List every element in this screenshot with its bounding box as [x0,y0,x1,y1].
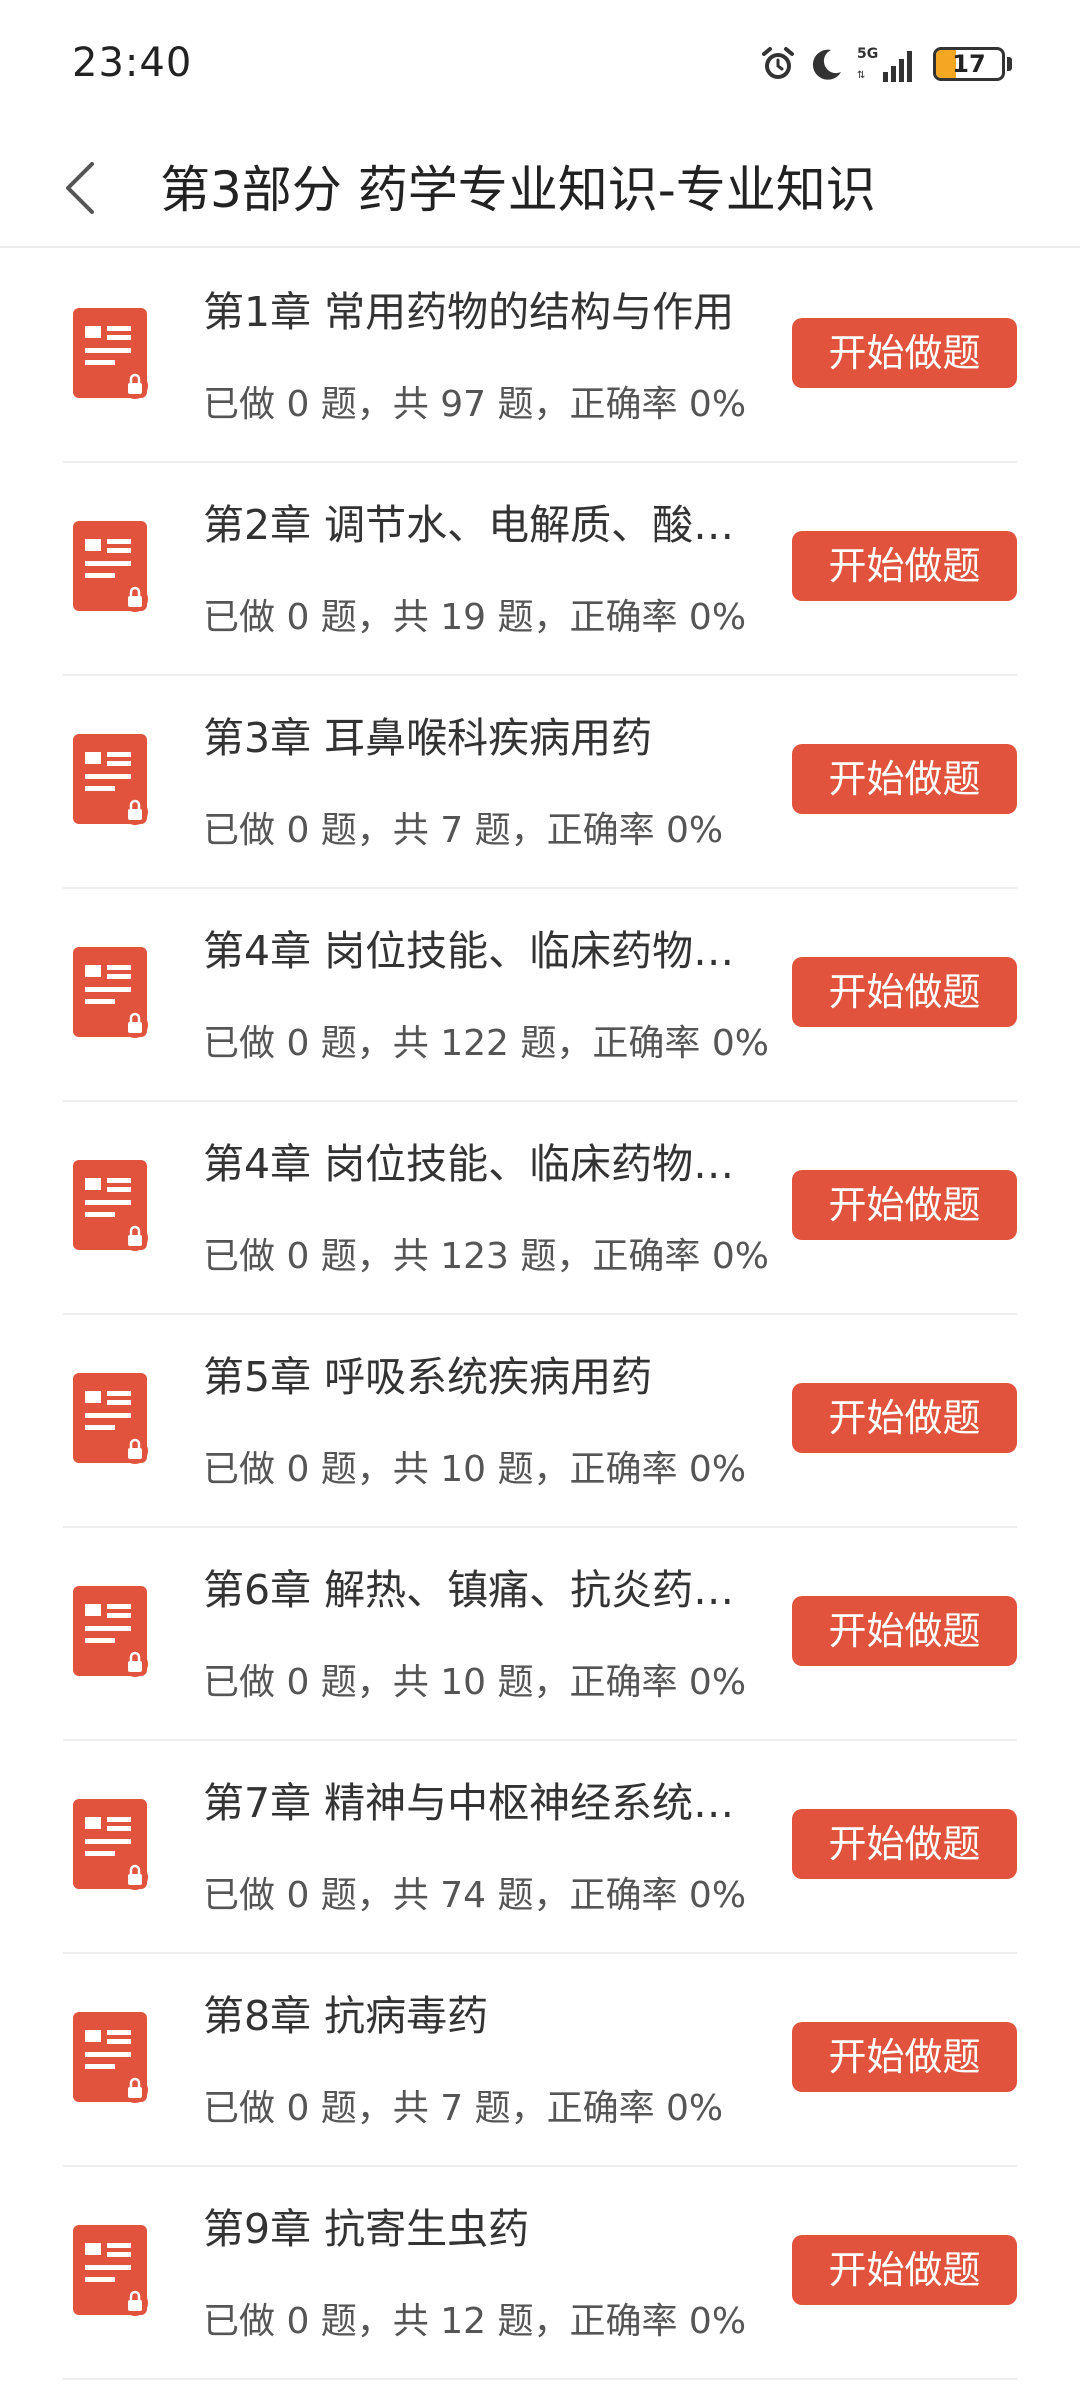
start-quiz-button[interactable]: 开始做题 [792,318,1017,388]
chapter-item[interactable]: 第4章 岗位技能、临床药物… 已做 0 题，共 122 题，正确率 0% 开始做… [63,889,1017,1102]
status-time: 23:40 [72,40,193,86]
chapter-stats: 已做 0 题，共 10 题，正确率 0% [203,1449,747,1490]
header: 第3部分 药学专业知识-专业知识 [0,130,1080,248]
document-lock-icon [73,521,148,612]
chapter-stats: 已做 0 题，共 19 题，正确率 0% [203,597,747,638]
start-quiz-button[interactable]: 开始做题 [792,2022,1017,2092]
chapter-title: 第4章 岗位技能、临床药物… [203,927,735,975]
back-button[interactable] [40,148,120,228]
chapter-title: 第5章 呼吸系统疾病用药 [203,1353,653,1401]
start-quiz-button[interactable]: 开始做题 [792,1596,1017,1666]
document-lock-icon [73,1160,148,1251]
chapter-item[interactable]: 第8章 抗病毒药 已做 0 题，共 7 题，正确率 0% 开始做题 [63,1954,1017,2167]
network-label: 5G [857,46,878,62]
chapter-item[interactable]: 第3章 耳鼻喉科疾病用药 已做 0 题，共 7 题，正确率 0% 开始做题 [63,676,1017,889]
chapter-item[interactable]: 第9章 抗寄生虫药 已做 0 题，共 12 题，正确率 0% 开始做题 [63,2167,1017,2380]
document-lock-icon [73,1586,148,1677]
chevron-left-icon [66,162,94,214]
chapter-stats: 已做 0 题，共 10 题，正确率 0% [203,1662,747,1703]
chapter-item[interactable]: 第7章 精神与中枢神经系统… 已做 0 题，共 74 题，正确率 0% 开始做题 [63,1741,1017,1954]
page-title: 第3部分 药学专业知识-专业知识 [160,161,876,219]
start-quiz-button[interactable]: 开始做题 [792,744,1017,814]
document-lock-icon [73,2012,148,2103]
document-lock-icon [73,1799,148,1890]
chapter-item[interactable]: 第5章 呼吸系统疾病用药 已做 0 题，共 10 题，正确率 0% 开始做题 [63,1315,1017,1528]
start-quiz-button[interactable]: 开始做题 [792,957,1017,1027]
chapter-stats: 已做 0 题，共 97 题，正确率 0% [203,384,747,425]
start-quiz-button[interactable]: 开始做题 [792,2235,1017,2305]
chapter-stats: 已做 0 题，共 7 题，正确率 0% [203,2088,724,2129]
svg-text:⇅: ⇅ [857,70,865,81]
battery-level: 17 [952,50,986,78]
chapter-title: 第4章 岗位技能、临床药物… [203,1140,735,1188]
chapter-item[interactable]: 第2章 调节水、电解质、酸… 已做 0 题，共 19 题，正确率 0% 开始做题 [63,463,1017,676]
chapter-list: 第1章 常用药物的结构与作用 已做 0 题，共 97 题，正确率 0% 开始做题… [0,250,1080,2380]
document-lock-icon [73,308,148,399]
document-lock-icon [73,734,148,825]
chapter-item[interactable]: 第4章 岗位技能、临床药物… 已做 0 题，共 123 题，正确率 0% 开始做… [63,1102,1017,1315]
alarm-icon [762,47,794,79]
chapter-title: 第3章 耳鼻喉科疾病用药 [203,714,653,762]
chapter-item[interactable]: 第1章 常用药物的结构与作用 已做 0 题，共 97 题，正确率 0% 开始做题 [63,250,1017,463]
chapter-stats: 已做 0 题，共 7 题，正确率 0% [203,810,724,851]
moon-icon [812,49,841,80]
status-bar: 23:40 5G ⇅ 17 [0,0,1080,130]
chapter-title: 第6章 解热、镇痛、抗炎药… [203,1566,735,1614]
chapter-stats: 已做 0 题，共 12 题，正确率 0% [203,2301,747,2342]
document-lock-icon [73,2225,148,2316]
chapter-title: 第2章 调节水、电解质、酸… [203,501,735,549]
chapter-stats: 已做 0 题，共 123 题，正确率 0% [203,1236,769,1277]
chapter-title: 第9章 抗寄生虫药 [203,2205,530,2253]
chapter-item[interactable]: 第6章 解热、镇痛、抗炎药… 已做 0 题，共 10 题，正确率 0% 开始做题 [63,1528,1017,1741]
chapter-title: 第1章 常用药物的结构与作用 [203,288,735,336]
start-quiz-button[interactable]: 开始做题 [792,531,1017,601]
signal-5g-icon: 5G ⇅ [857,46,912,82]
battery-icon: 17 [933,47,1005,81]
document-lock-icon [73,947,148,1038]
start-quiz-button[interactable]: 开始做题 [792,1170,1017,1240]
start-quiz-button[interactable]: 开始做题 [792,1809,1017,1879]
document-lock-icon [73,1373,148,1464]
start-quiz-button[interactable]: 开始做题 [792,1383,1017,1453]
status-icons: 5G ⇅ 17 [759,44,1012,84]
battery-cap [1007,57,1012,71]
chapter-title: 第8章 抗病毒药 [203,1992,489,2040]
chapter-stats: 已做 0 题，共 122 题，正确率 0% [203,1023,769,1064]
chapter-stats: 已做 0 题，共 74 题，正确率 0% [203,1875,747,1916]
chapter-title: 第7章 精神与中枢神经系统… [203,1779,735,1827]
